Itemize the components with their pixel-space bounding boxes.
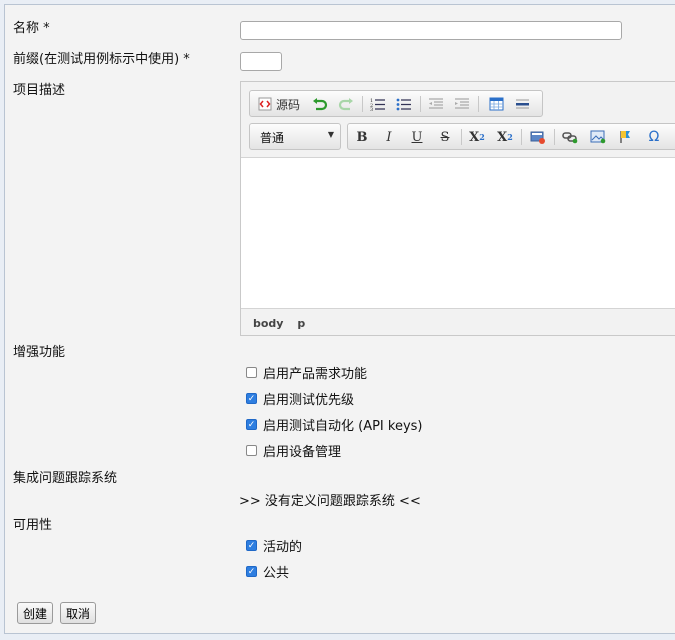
horizontal-rule-button[interactable] (512, 95, 532, 113)
toolbar-separator (521, 129, 522, 145)
availability-label: 可用性 (13, 518, 53, 533)
chevron-down-icon: ▼ (327, 130, 334, 139)
remove-format-icon (530, 131, 545, 144)
remove-format-button[interactable] (528, 128, 548, 146)
prefix-input[interactable] (240, 52, 282, 71)
toolbar-separator (554, 129, 555, 145)
availability-option-label: 活动的 (263, 540, 303, 555)
source-label: 源码 (275, 97, 300, 112)
bulleted-list-icon (396, 98, 411, 111)
create-button[interactable]: 创建 (17, 602, 54, 624)
active-checkbox[interactable]: ✓ 活动的 (246, 536, 302, 555)
decrease-indent-button[interactable] (426, 95, 446, 113)
bold-button[interactable]: B (352, 128, 372, 146)
feature-label: 启用测试自动化 (API keys) (263, 419, 423, 434)
undo-icon (313, 98, 328, 111)
flag-icon (620, 131, 630, 143)
special-char-button[interactable]: Ω (644, 128, 664, 146)
image-button[interactable] (588, 128, 608, 146)
superscript-base: X (497, 129, 508, 145)
redo-icon (338, 98, 353, 111)
checkbox-box[interactable] (246, 445, 257, 456)
strikethrough-button[interactable]: S (435, 128, 455, 146)
toolbar-row-2: B I U S X2 X2 Ω (347, 123, 675, 150)
table-button[interactable] (486, 95, 506, 113)
enhanced-features-label: 增强功能 (13, 345, 66, 360)
toolbar-row-1: 源码 123 (249, 90, 543, 117)
source-icon (258, 97, 272, 111)
project-form-panel: 名称 * 前缀(在测试用例标示中使用) * 项目描述 源码 123 普通 ▼ B… (4, 4, 675, 634)
name-input[interactable] (240, 21, 622, 40)
prefix-label: 前缀(在测试用例标示中使用) * (13, 52, 190, 67)
name-label: 名称 * (13, 21, 50, 36)
redo-button[interactable] (336, 95, 356, 113)
path-item-p[interactable]: p (297, 317, 305, 330)
toolbar-separator (461, 129, 462, 145)
bulleted-list-button[interactable] (394, 95, 414, 113)
feature-requirements-checkbox[interactable]: 启用产品需求功能 (246, 363, 367, 382)
anchor-flag-button[interactable] (616, 128, 636, 146)
subscript-base: X (469, 129, 480, 145)
increase-indent-icon (455, 98, 469, 109)
numbered-list-icon: 123 (370, 98, 385, 111)
element-path-bar: body p (253, 317, 315, 330)
check-icon[interactable]: ✓ (246, 393, 257, 404)
italic-button[interactable]: I (379, 128, 399, 146)
check-icon[interactable]: ✓ (246, 419, 257, 430)
description-label: 项目描述 (13, 83, 66, 98)
underline-button[interactable]: U (407, 128, 427, 146)
feature-inventory-checkbox[interactable]: 启用设备管理 (246, 441, 341, 460)
public-checkbox[interactable]: ✓ 公共 (246, 562, 289, 581)
issue-tracker-label: 集成问题跟踪系统 (13, 471, 118, 486)
feature-label: 启用设备管理 (263, 445, 342, 460)
toolbar-separator (362, 96, 363, 112)
table-icon (489, 97, 503, 111)
checkbox-box[interactable] (246, 367, 257, 378)
undo-button[interactable] (310, 95, 330, 113)
toolbar-separator (420, 96, 421, 112)
link-icon (562, 132, 578, 144)
issue-tracker-value: >> 没有定义问题跟踪系统 << (239, 494, 421, 509)
subscript-button[interactable]: X2 (467, 128, 487, 146)
horizontal-rule-icon (515, 99, 529, 109)
feature-label: 启用测试优先级 (263, 393, 355, 408)
image-icon (590, 130, 606, 144)
toolbar-separator (478, 96, 479, 112)
subscript-mark: 2 (479, 132, 485, 142)
increase-indent-button[interactable] (452, 95, 472, 113)
cancel-button[interactable]: 取消 (60, 602, 97, 624)
format-select-value: 普通 (260, 131, 285, 145)
feature-automation-checkbox[interactable]: ✓ 启用测试自动化 (API keys) (246, 415, 423, 434)
svg-text:3: 3 (370, 107, 373, 111)
feature-label: 启用产品需求功能 (263, 367, 368, 382)
superscript-mark: 2 (507, 132, 513, 142)
superscript-button[interactable]: X2 (495, 128, 515, 146)
feature-priority-checkbox[interactable]: ✓ 启用测试优先级 (246, 389, 354, 408)
rich-text-editor: 源码 123 普通 ▼ B I U S X 2 X 2 Ω body p (240, 81, 675, 336)
decrease-indent-icon (429, 98, 443, 109)
link-button[interactable] (560, 128, 580, 146)
source-button[interactable]: 源码 (253, 95, 305, 113)
availability-option-label: 公共 (263, 566, 290, 581)
numbered-list-button[interactable]: 123 (368, 95, 388, 113)
path-item-body[interactable]: body (253, 317, 283, 330)
format-select[interactable]: 普通 ▼ (249, 123, 341, 150)
check-icon[interactable]: ✓ (246, 540, 257, 551)
editor-content-area[interactable] (241, 157, 675, 309)
check-icon[interactable]: ✓ (246, 566, 257, 577)
